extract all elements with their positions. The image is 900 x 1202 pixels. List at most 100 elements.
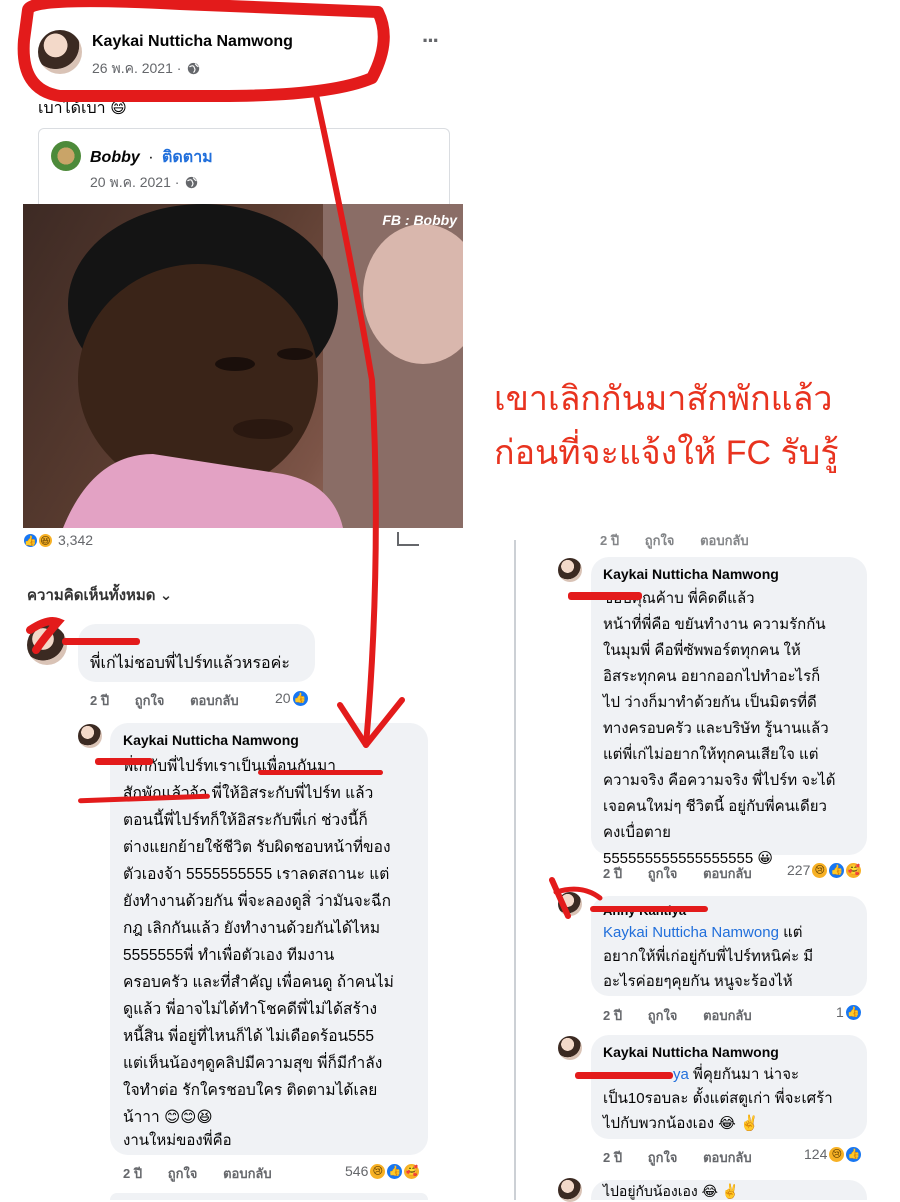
marker-underline bbox=[258, 770, 383, 775]
reply-text-continued: งานใหม่ของพี่คือ bbox=[123, 1132, 232, 1149]
post-date[interactable]: 26 พ.ค. 2021 · bbox=[92, 58, 200, 80]
all-comments-filter[interactable]: ความคิดเห็นทั้งหมด ⌄ bbox=[27, 583, 172, 607]
post-author-avatar[interactable] bbox=[38, 30, 82, 74]
reply-actions: 2 ปี ถูกใจ ตอบกลับ bbox=[123, 1163, 294, 1184]
reply-text: พี่เก่กับพี่ไปร์ทเราเป็นเพื่อนกันมา สักพ… bbox=[123, 758, 394, 1126]
comment-reactions[interactable]: 20 👍 bbox=[275, 690, 308, 706]
haha-icon: 😆 bbox=[39, 533, 52, 547]
reply-actions: 2 ปี ถูกใจ ตอบกลับ bbox=[603, 1005, 774, 1026]
reaction-count: 20 bbox=[275, 690, 291, 706]
reaction-count: 227 bbox=[787, 862, 811, 878]
sad-icon: 😢 bbox=[812, 862, 828, 878]
annotation-line-1: เขาเลิกกันมาสักพักแล้ว bbox=[494, 380, 833, 418]
like-icon: 👍 bbox=[845, 1004, 861, 1020]
reply-text: อยากให้พี่เก่อยู่กับพี่ไปร์ทหนิค่ะ มี อะ… bbox=[603, 948, 814, 990]
like-button[interactable]: ถูกใจ bbox=[648, 1150, 678, 1165]
reply-reactions[interactable]: 124 😢 👍 bbox=[804, 1146, 862, 1162]
like-button[interactable]: ถูกใจ bbox=[648, 1008, 678, 1023]
reply-author-avatar[interactable] bbox=[558, 892, 582, 916]
shared-author-avatar[interactable] bbox=[51, 141, 81, 171]
shared-author-name[interactable]: Bobby bbox=[90, 149, 140, 166]
reply-button[interactable]: ตอบกลับ bbox=[700, 533, 749, 548]
shared-post-photo[interactable]: FB : Bobby bbox=[23, 204, 463, 528]
reply-reactions[interactable]: 546 😢 👍 🥰 bbox=[345, 1163, 420, 1179]
marker-strike bbox=[568, 592, 642, 600]
reply-time[interactable]: 2 ปี bbox=[603, 1150, 622, 1165]
reply-time[interactable]: 2 ปี bbox=[603, 1008, 622, 1023]
reply-text-partial: ไปอยู่กับน้องเอง 😂 ✌️ bbox=[603, 1183, 740, 1199]
reply-author-name[interactable]: Kaykai Nutticha Namwong bbox=[603, 566, 779, 582]
shared-date-text: 20 พ.ค. 2021 · bbox=[90, 174, 180, 190]
reply-reactions[interactable]: 227 😢 👍 🥰 bbox=[787, 862, 862, 878]
share-icon[interactable] bbox=[397, 532, 419, 546]
thread-line bbox=[514, 540, 516, 1200]
photo-watermark: FB : Bobby bbox=[382, 212, 457, 228]
mention-link[interactable]: Kaykai Nutticha Namwong bbox=[603, 924, 779, 941]
marker-strike bbox=[95, 758, 153, 765]
marker-strike bbox=[575, 1072, 673, 1079]
like-button[interactable]: ถูกใจ bbox=[648, 866, 678, 881]
follow-link[interactable]: ติดตาม bbox=[162, 149, 213, 166]
reaction-count: 124 bbox=[804, 1146, 828, 1162]
reply-text-head-rest: แต่ bbox=[778, 924, 803, 941]
care-icon: 🥰 bbox=[846, 862, 862, 878]
marker-strike bbox=[62, 638, 140, 645]
comment-text: พี่เก่ไม่ชอบพี่ไปร์ทแล้วหรอค่ะ bbox=[90, 655, 290, 672]
shared-author-line: Bobby · ติดตาม bbox=[90, 145, 213, 170]
reply-author-avatar[interactable] bbox=[558, 1036, 582, 1060]
reaction-count: 1 bbox=[836, 1004, 844, 1020]
reply-author-name[interactable]: Kaykai Nutticha Namwong bbox=[603, 1044, 779, 1060]
like-icon: 👍 bbox=[292, 690, 308, 706]
comment-actions: 2 ปี ถูกใจ ตอบกลับ bbox=[90, 690, 261, 711]
reply-button[interactable]: ตอบกลับ bbox=[703, 866, 752, 881]
reply-text: เป็น10รอบละ ตั้งแต่สตูเก่า พี่จะเศร้า ไป… bbox=[603, 1090, 833, 1132]
like-icon: 👍 bbox=[387, 1163, 403, 1179]
reply-author-avatar[interactable] bbox=[558, 1178, 582, 1202]
like-icon: 👍 bbox=[24, 533, 37, 547]
post-caption: เบาได้เบา 😄 bbox=[38, 100, 127, 117]
next-reply-bubble bbox=[110, 1193, 428, 1200]
like-icon: 👍 bbox=[846, 1146, 862, 1162]
post-author-name[interactable]: Kaykai Nutticha Namwong bbox=[92, 33, 293, 51]
reply-time[interactable]: 2 ปี bbox=[123, 1166, 142, 1181]
reply-author-avatar[interactable] bbox=[558, 558, 582, 582]
reply-author-name[interactable]: Kaykai Nutticha Namwong bbox=[123, 732, 299, 748]
separator-dot: · bbox=[148, 149, 154, 166]
like-button[interactable]: ถูกใจ bbox=[135, 693, 165, 708]
like-button[interactable]: ถูกใจ bbox=[168, 1166, 198, 1181]
reply-reactions[interactable]: 1 👍 bbox=[836, 1004, 861, 1020]
reaction-summary[interactable]: 👍 😆 3,342 bbox=[24, 532, 93, 548]
annotation-line-2: ก่อนที่จะแจ้งให้ FC รับรู้ bbox=[494, 434, 839, 472]
comment-time[interactable]: 2 ปี bbox=[90, 693, 109, 708]
reply-button[interactable]: ตอบกลับ bbox=[223, 1166, 272, 1181]
shared-date[interactable]: 20 พ.ค. 2021 · bbox=[90, 172, 198, 194]
reply-actions: 2 ปี ถูกใจ ตอบกลับ bbox=[603, 863, 774, 884]
reaction-count: 3,342 bbox=[58, 532, 94, 548]
sad-icon: 😢 bbox=[370, 1163, 386, 1179]
reply-actions: 2 ปี ถูกใจ ตอบกลับ bbox=[603, 1147, 774, 1168]
child-portrait bbox=[63, 204, 463, 528]
reply-button[interactable]: ตอบกลับ bbox=[703, 1008, 752, 1023]
sad-icon: 😢 bbox=[829, 1146, 845, 1162]
like-icon: 👍 bbox=[829, 862, 845, 878]
commenter-avatar[interactable] bbox=[27, 625, 67, 665]
reply-text-head-rest: พี่คุยกันมา น่าจะ bbox=[688, 1066, 800, 1083]
reply-bubble: ไปอยู่กับน้องเอง 😂 ✌️ bbox=[591, 1180, 867, 1200]
reply-text-head: Kaykai Nutticha Namwong แต่ bbox=[603, 920, 803, 945]
reply-text: ขอบคุณค้าบ พี่คิดดีแล้ว หน้าที่พี่คือ ขย… bbox=[603, 590, 836, 867]
reply-button[interactable]: ตอบกลับ bbox=[190, 693, 239, 708]
prev-time[interactable]: 2 ปี bbox=[600, 533, 619, 548]
all-comments-label: ความคิดเห็นทั้งหมด bbox=[27, 587, 156, 604]
marker-strike bbox=[590, 906, 708, 912]
reply-button[interactable]: ตอบกลับ bbox=[703, 1150, 752, 1165]
prev-comment-actions: 2 ปี ถูกใจ ตอบกลับ bbox=[600, 530, 771, 551]
annotation-text: เขาเลิกกันมาสักพักแล้ว ก่อนที่จะแจ้งให้ … bbox=[494, 372, 839, 480]
mention-link[interactable]: ya bbox=[673, 1066, 689, 1083]
reply-author-avatar[interactable] bbox=[78, 724, 102, 748]
more-icon[interactable]: ··· bbox=[422, 28, 440, 54]
post-date-text: 26 พ.ค. 2021 · bbox=[92, 60, 182, 76]
chevron-down-icon: ⌄ bbox=[159, 587, 173, 604]
globe-icon bbox=[186, 176, 198, 189]
reply-time[interactable]: 2 ปี bbox=[603, 866, 622, 881]
like-button[interactable]: ถูกใจ bbox=[645, 533, 675, 548]
